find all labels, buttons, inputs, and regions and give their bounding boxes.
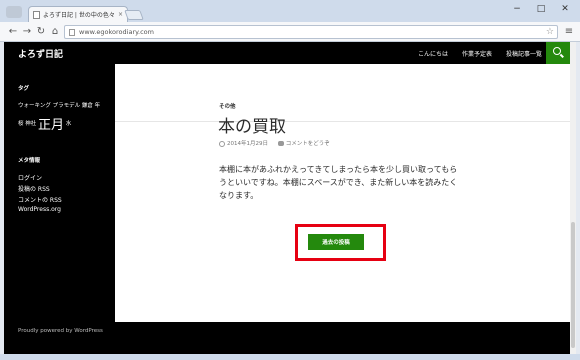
page-favicon-icon — [33, 10, 40, 19]
maximize-button[interactable]: □ — [530, 2, 552, 16]
window-bottom-border — [0, 354, 580, 360]
browser-toolbar: ← → ↻ ⌂ www.egokorodiary.com ☆ ≡ — [0, 22, 580, 42]
site-footer — [115, 322, 570, 354]
bookmark-star-icon[interactable]: ☆ — [546, 26, 554, 38]
nav-item-hello[interactable]: こんにちは — [418, 49, 448, 58]
meta-widget-title: メタ情報 — [18, 158, 41, 164]
tab-title: よろず日記 | 世の中の色々な — [43, 12, 114, 19]
post-title[interactable]: 本の買取 — [218, 112, 286, 137]
post-comment-link[interactable]: コメントをどうぞ — [286, 141, 330, 147]
scrollbar[interactable] — [570, 42, 576, 354]
url-text: www.egokorodiary.com — [79, 28, 154, 36]
home-icon[interactable]: ⌂ — [48, 25, 62, 39]
featured-area — [115, 64, 570, 122]
site-header: よろず日記 こんにちは 作業予定表 投稿記事一覧 — [4, 42, 570, 64]
scrollbar-thumb[interactable] — [571, 222, 575, 348]
nav-item-post-list[interactable]: 投稿記事一覧 — [506, 49, 542, 58]
powered-by-link[interactable]: Proudly powered by WordPress — [18, 328, 103, 334]
nav-item-schedule[interactable]: 作業予定表 — [462, 49, 492, 58]
highlight-box — [295, 224, 386, 261]
new-tab-button[interactable] — [124, 10, 144, 20]
hamburger-menu-icon[interactable]: ≡ — [563, 25, 575, 39]
site-title[interactable]: よろず日記 — [18, 47, 63, 60]
meta-link-comments-rss[interactable]: コメントの RSS — [18, 195, 62, 204]
tags-widget-title: タグ — [18, 86, 30, 92]
address-bar[interactable]: www.egokorodiary.com ☆ — [64, 25, 558, 39]
meta-link-posts-rss[interactable]: 投稿の RSS — [18, 184, 50, 193]
tag-link[interactable]: 桜 神社 — [18, 121, 36, 127]
tag-cloud-line-2: 桜 神社 正月 水 — [18, 114, 71, 133]
search-toggle-button[interactable] — [546, 42, 570, 64]
meta-link-login[interactable]: ログイン — [18, 173, 42, 182]
sidebar: タグ ウォーキング プラモデル 鎌倉 年 桜 神社 正月 水 メタ情報 ログイン… — [4, 64, 115, 354]
close-window-button[interactable]: ✕ — [554, 2, 576, 16]
tag-link-large[interactable]: 正月 — [38, 118, 64, 133]
post-body: 本棚に本があふれかえってきてしまったら本を少し買い取ってもらうといいですね。本棚… — [219, 165, 458, 200]
reload-icon[interactable]: ↻ — [34, 25, 48, 39]
post-meta: 2014年1月29日 コメントをどうぞ — [219, 139, 330, 147]
tag-link[interactable]: 水 — [66, 121, 72, 127]
clock-icon — [219, 140, 225, 147]
meta-link-wordpress[interactable]: WordPress.org — [18, 206, 61, 213]
primary-nav: こんにちは 作業予定表 投稿記事一覧 — [418, 49, 542, 58]
tab-close-icon[interactable]: × — [118, 11, 123, 18]
comment-icon — [277, 141, 284, 146]
browser-tab[interactable]: よろず日記 | 世の中の色々な × — [28, 6, 128, 22]
browser-menu-icon[interactable] — [6, 6, 22, 18]
post-category[interactable]: その他 — [219, 102, 236, 110]
forward-icon[interactable]: → — [20, 25, 34, 39]
search-icon-handle — [560, 53, 564, 58]
back-icon[interactable]: ← — [6, 25, 20, 39]
minimize-button[interactable]: − — [506, 2, 528, 16]
tag-cloud-line-1[interactable]: ウォーキング プラモデル 鎌倉 年 — [18, 101, 100, 109]
page-icon — [69, 29, 75, 36]
post-date[interactable]: 2014年1月29日 — [227, 141, 268, 147]
browser-titlebar: よろず日記 | 世の中の色々な × − □ ✕ — [0, 0, 580, 22]
